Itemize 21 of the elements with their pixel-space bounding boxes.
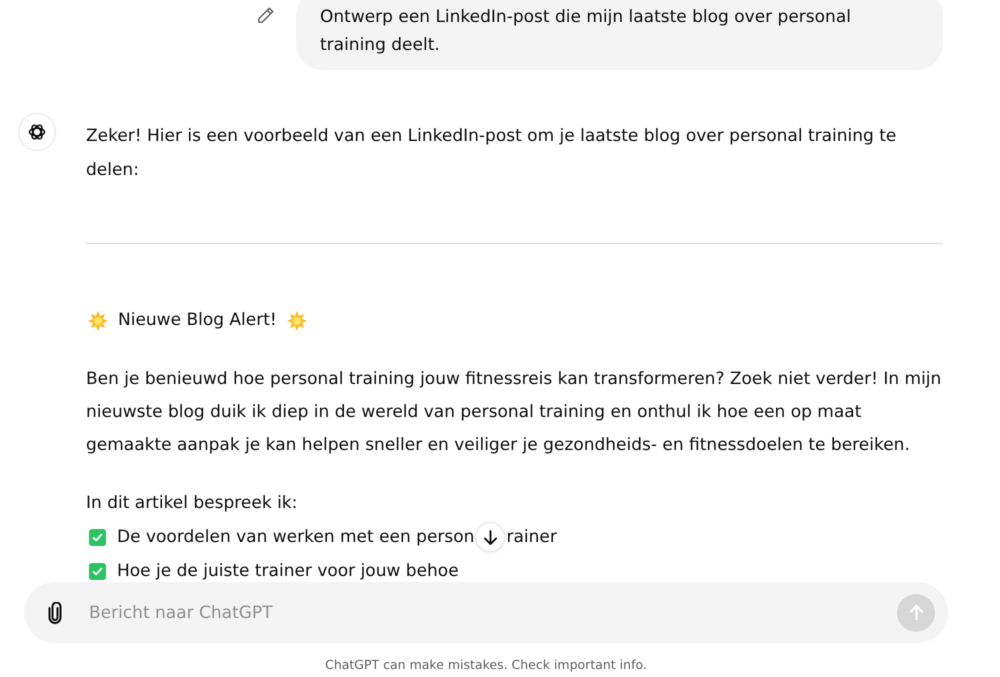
composer-bar[interactable]: Bericht naar ChatGPT <box>24 582 948 643</box>
logo-icon <box>18 113 56 151</box>
list-item-text: rainer <box>506 526 557 549</box>
post-body-text: Ben je benieuwd hoe personal training jouw fitnessreis kan transformeren? Zoek niet verder! In mijn nieuwste blog duik ik diep in de wereld van personal training en onthul ik hoe een op maat gemaakte aanpak je kan helpen sneller en veiliger je gezondheids- en fitnessdoelen te bereiken. <box>86 368 942 457</box>
pencil-icon[interactable] <box>258 7 274 23</box>
check-mark-icon <box>89 528 106 546</box>
scroll-down-button[interactable] <box>475 522 506 552</box>
sun-icon <box>286 310 307 330</box>
list-item-text: Hoe je de juiste trainer voor jouw behoe <box>117 560 459 582</box>
arrow-up-icon <box>910 605 922 620</box>
message-text: Ontwerp een LinkedIn-post die mijn laatste blog over personal training deelt. <box>320 7 851 55</box>
paperclip-icon <box>48 602 62 624</box>
message-input-field[interactable]: Bericht naar ChatGPT <box>89 598 897 626</box>
post-headline: Nieuwe Blog Alert! <box>118 309 277 332</box>
list-intro-text: In dit artikel bespreek ik: <box>86 492 298 515</box>
list-item-text: De voordelen van werken met een person <box>117 526 474 549</box>
arrow-down-icon <box>484 530 497 544</box>
sun-icon <box>88 310 108 330</box>
check-mark-icon <box>89 562 106 580</box>
disclaimer-text: ChatGPT can make mistakes. Check important info. <box>325 657 647 672</box>
response-text: Zeker! Hier is een voorbeeld van een LinkedIn-post om je laatste blog over personal training te delen: <box>86 125 898 182</box>
